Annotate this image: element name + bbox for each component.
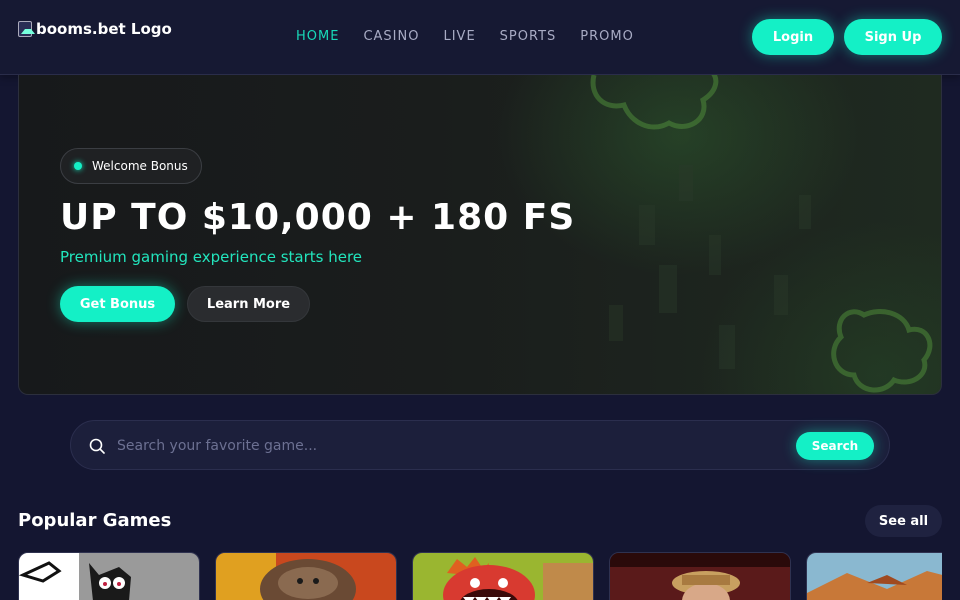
game-card-red-monster[interactable] [412, 552, 594, 600]
nav-home[interactable]: HOME [296, 29, 339, 44]
login-button[interactable]: Login [752, 19, 834, 55]
game-card-cartoon-cat[interactable] [18, 552, 200, 600]
main-nav: HOME CASINO LIVE SPORTS PROMO [296, 29, 634, 44]
popular-games-row [18, 552, 942, 600]
game-card-cowboy[interactable] [609, 552, 791, 600]
nav-live[interactable]: LIVE [443, 29, 475, 44]
nav-sports[interactable]: SPORTS [500, 29, 557, 44]
search-icon [89, 438, 105, 454]
game-card-desert-landscape[interactable] [806, 552, 942, 600]
welcome-bonus-badge: Welcome Bonus [60, 148, 202, 184]
site-header: booms.bet Logo HOME CASINO LIVE SPORTS P… [0, 0, 960, 75]
hero-title: UP TO $10,000 + 180 FS [60, 197, 576, 238]
hero-subtitle: Premium gaming experience starts here [60, 248, 363, 266]
game-card-brown-creature[interactable] [215, 552, 397, 600]
search-button[interactable]: Search [796, 432, 874, 460]
popular-games-title: Popular Games [18, 510, 172, 531]
status-dot-icon [74, 162, 82, 170]
learn-more-button[interactable]: Learn More [187, 286, 310, 322]
cartoon-cat-thumbnail-icon [19, 553, 199, 600]
brown-creature-thumbnail-icon [216, 553, 396, 600]
get-bonus-button[interactable]: Get Bonus [60, 286, 175, 322]
game-search-bar: Search [70, 420, 890, 470]
signup-button[interactable]: Sign Up [844, 19, 942, 55]
welcome-badge-label: Welcome Bonus [92, 159, 188, 173]
logo-alt-text: booms.bet Logo [36, 20, 172, 38]
broken-image-icon [18, 21, 35, 37]
hero-banner: Welcome Bonus UP TO $10,000 + 180 FS Pre… [18, 75, 942, 395]
site-logo[interactable]: booms.bet Logo [18, 20, 172, 38]
desert-landscape-thumbnail-icon [807, 553, 942, 600]
nav-casino[interactable]: CASINO [363, 29, 419, 44]
cowboy-thumbnail-icon [610, 553, 790, 600]
see-all-button[interactable]: See all [865, 505, 942, 537]
nav-promo[interactable]: PROMO [580, 29, 634, 44]
search-input[interactable] [117, 434, 777, 458]
red-monster-thumbnail-icon [413, 553, 593, 600]
